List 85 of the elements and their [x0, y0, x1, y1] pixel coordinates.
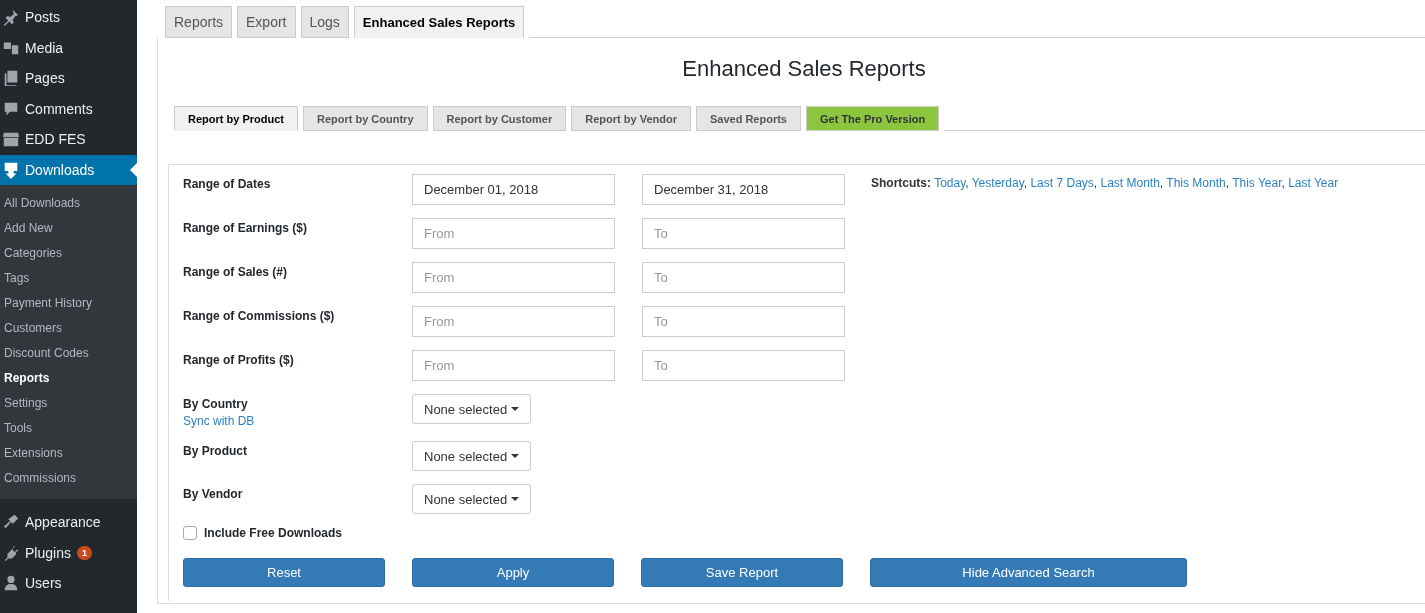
menu-icon — [2, 69, 20, 88]
input-field[interactable]: From — [412, 218, 615, 249]
tab[interactable]: Report by Country — [302, 106, 428, 131]
field-label: Range of Earnings ($) — [183, 220, 308, 235]
caret-icon — [511, 407, 520, 411]
shortcuts-text: Shortcuts: Today, Yesterday, Last 7 Days, Last Month, This Month, This Year, Last Year — [871, 176, 1340, 190]
tab[interactable]: Saved Reports — [695, 106, 801, 131]
field-label: By Country — [183, 396, 249, 411]
menu-icon — [2, 8, 20, 27]
count-badge: 1 — [76, 545, 92, 560]
menu-label: Plugins — [25, 544, 71, 561]
menu-item[interactable]: Media — [0, 32, 137, 63]
menu-label: Users — [25, 575, 62, 592]
tab[interactable]: Report by Customer — [432, 106, 567, 131]
field-label: Range of Profits ($) — [183, 352, 295, 367]
input-field[interactable]: From — [412, 262, 615, 293]
submenu-item[interactable]: Payment History — [0, 291, 137, 316]
action-button[interactable]: Apply — [412, 558, 614, 587]
upgrade-tab[interactable]: Get The Pro Version — [806, 106, 940, 131]
shortcut-link[interactable]: Last Month — [1100, 176, 1160, 190]
input-field[interactable]: From — [412, 350, 615, 381]
field-label: By Vendor — [183, 486, 244, 501]
menu-item[interactable]: Plugins 1 — [0, 537, 137, 568]
field-label: Range of Sales (#) — [183, 264, 289, 279]
menu-icon — [2, 574, 20, 593]
tab[interactable]: Report by Product — [174, 106, 298, 131]
dropdown[interactable]: None selected — [412, 394, 532, 424]
submenu-item[interactable]: Extensions — [0, 441, 137, 466]
submenu-item[interactable]: Customers — [0, 316, 137, 341]
dropdown[interactable]: None selected — [412, 441, 532, 471]
tab[interactable]: Enhanced Sales Reports — [353, 6, 525, 38]
shortcut-link[interactable]: Last Year — [1288, 176, 1339, 190]
input-field[interactable]: December 31, 2018 — [642, 174, 845, 205]
menu-item[interactable]: Users — [0, 568, 137, 599]
field-label: Range of Commissions ($) — [183, 308, 336, 323]
menu-item[interactable]: Comments — [0, 93, 137, 124]
checkbox[interactable] — [183, 526, 197, 540]
caret-icon — [511, 497, 520, 501]
menu-label: Comments — [25, 100, 93, 117]
menu-label: Posts — [25, 9, 60, 26]
menu-icon — [2, 130, 20, 149]
input-field[interactable]: December 01, 2018 — [412, 174, 615, 205]
tab[interactable]: Reports — [165, 6, 233, 38]
menu-item[interactable]: EDD FES — [0, 124, 137, 155]
tab[interactable]: Export — [237, 6, 296, 38]
shortcut-link[interactable]: This Year — [1232, 176, 1282, 190]
menu-icon — [2, 160, 20, 179]
submenu-item[interactable]: Add New — [0, 216, 137, 241]
menu-item[interactable]: Posts — [0, 2, 137, 33]
checkbox-label: Include Free Downloads — [204, 526, 343, 540]
submenu-item[interactable]: Settings — [0, 391, 137, 416]
submenu-item[interactable]: All Downloads — [0, 191, 137, 216]
submenu-item[interactable]: Commissions — [0, 466, 137, 491]
menu-label: EDD FES — [25, 131, 86, 148]
menu-item[interactable]: Appearance — [0, 507, 137, 538]
action-button[interactable]: Hide Advanced Search — [870, 558, 1187, 587]
field-label: By Product — [183, 443, 248, 458]
field-label: Range of Dates — [183, 176, 272, 191]
tab[interactable]: Report by Vendor — [571, 106, 691, 131]
action-button[interactable]: Save Report — [641, 558, 843, 587]
input-field[interactable]: To — [642, 218, 845, 249]
shortcut-link[interactable]: Yesterday — [971, 176, 1024, 190]
submenu-item[interactable]: Discount Codes — [0, 341, 137, 366]
menu-item[interactable]: Downloads — [0, 154, 137, 185]
input-field[interactable]: To — [642, 306, 845, 337]
menu-label: Appearance — [25, 514, 101, 531]
menu-item[interactable]: Pages — [0, 63, 137, 94]
menu-label: Media — [25, 39, 64, 56]
shortcut-link[interactable]: This Month — [1166, 176, 1226, 190]
input-field[interactable]: To — [642, 350, 845, 381]
input-field[interactable]: From — [412, 306, 615, 337]
menu-label: Pages — [25, 70, 65, 87]
page-title: Enhanced Sales Reports — [681, 56, 927, 82]
submenu-item[interactable]: Categories — [0, 241, 137, 266]
shortcut-link[interactable]: Last 7 Days — [1030, 176, 1094, 190]
menu-label: Downloads — [25, 161, 95, 178]
tab[interactable]: Logs — [300, 6, 349, 38]
dropdown[interactable]: None selected — [412, 484, 532, 514]
sync-link[interactable]: Sync with DB — [183, 414, 412, 428]
caret-icon — [511, 454, 520, 458]
submenu-item[interactable]: Reports — [0, 366, 137, 391]
action-button[interactable]: Reset — [183, 558, 385, 587]
submenu-item[interactable]: Tools — [0, 416, 137, 441]
input-field[interactable]: To — [642, 262, 845, 293]
submenu-item[interactable]: Tags — [0, 266, 137, 291]
